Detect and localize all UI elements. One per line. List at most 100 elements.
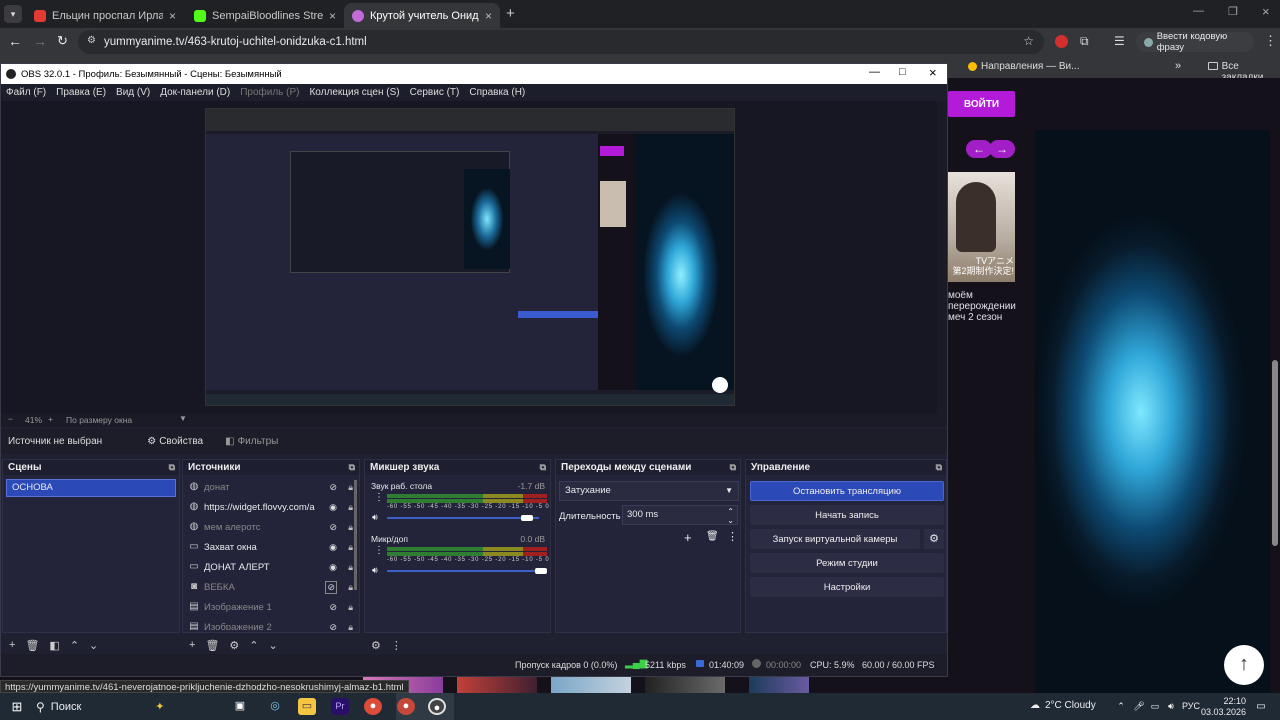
properties-button[interactable]: ⚙ Свойства bbox=[147, 436, 203, 447]
notifications-icon[interactable]: ▭ bbox=[1252, 698, 1270, 715]
source-row[interactable]: ◍ мем алеротс ⊘ 🔒︎ bbox=[183, 517, 359, 537]
tab-search-chevron-icon[interactable]: ▾ bbox=[4, 5, 22, 23]
speaker-icon[interactable]: 🔊︎ bbox=[372, 512, 378, 523]
popout-icon[interactable]: ⧉ bbox=[730, 460, 736, 475]
chevron-down-icon[interactable]: ▼ bbox=[179, 414, 187, 423]
thumbnail[interactable] bbox=[645, 677, 725, 693]
menu-docks[interactable]: Док-панели (D) bbox=[160, 87, 230, 98]
reading-list-icon[interactable]: ☰ bbox=[1114, 34, 1125, 48]
lock-icon[interactable]: 🔒︎ bbox=[348, 542, 353, 553]
menu-scene-collection[interactable]: Коллекция сцен (S) bbox=[309, 87, 399, 98]
clock-date[interactable]: 03.03.2026 bbox=[1200, 707, 1246, 717]
extension-icon[interactable] bbox=[1055, 35, 1068, 48]
menu-edit[interactable]: Правка (E) bbox=[56, 87, 106, 98]
kebab-icon[interactable]: ⋮ bbox=[727, 530, 738, 543]
close-icon[interactable]: × bbox=[329, 9, 336, 23]
start-recording-button[interactable]: Начать запись bbox=[750, 505, 944, 525]
menu-tools[interactable]: Сервис (T) bbox=[410, 87, 460, 98]
volume-icon[interactable]: 🔊︎ bbox=[1162, 698, 1180, 715]
task-view-icon[interactable]: ▣ bbox=[231, 698, 249, 715]
gear-icon[interactable]: ⚙ bbox=[229, 639, 239, 652]
anime-poster[interactable]: TVアニメ 第2期制作決定! bbox=[948, 172, 1015, 282]
trash-icon[interactable]: 🗑 bbox=[205, 639, 219, 652]
address-bar[interactable]: ⚙ yummyanime.tv/463-krutoj-uchitel-onidz… bbox=[78, 30, 1044, 54]
forward-icon[interactable]: → bbox=[33, 33, 47, 49]
source-row[interactable]: ▭ Захват окна ◉ 🔒︎ bbox=[183, 537, 359, 557]
maximize-icon[interactable]: ❐ bbox=[1228, 5, 1238, 18]
close-icon[interactable]: × bbox=[169, 9, 176, 23]
transition-select[interactable]: Затухание ▼ bbox=[559, 481, 739, 501]
trash-icon[interactable]: 🗑 bbox=[706, 531, 719, 542]
arrow-up-icon[interactable]: ⌃ bbox=[249, 639, 258, 652]
add-icon[interactable]: + bbox=[189, 639, 195, 651]
add-icon[interactable]: + bbox=[684, 530, 692, 545]
volume-slider-knob[interactable] bbox=[521, 515, 533, 521]
add-icon[interactable]: + bbox=[9, 639, 15, 651]
taskbar-search[interactable]: ⚲ Поиск ✦ bbox=[36, 696, 216, 717]
source-row[interactable]: ▤ Изображение 1 ⊘ 🔒︎ bbox=[183, 597, 359, 617]
premiere-icon[interactable]: Pr bbox=[331, 698, 349, 715]
kebab-icon[interactable]: ⋮ bbox=[374, 492, 384, 503]
volume-slider[interactable] bbox=[387, 570, 547, 572]
tray-overflow-icon[interactable]: ⌃ bbox=[1112, 698, 1130, 715]
source-row[interactable]: ◍ https://widget.flovvy.com/a ◉ 🔒︎ bbox=[183, 497, 359, 517]
page-scrollbar[interactable] bbox=[1272, 360, 1278, 546]
eye-hidden-icon[interactable]: ⊘ bbox=[329, 522, 337, 533]
sources-scrollbar[interactable] bbox=[354, 480, 357, 590]
weather-widget[interactable]: ☁ 2°C Cloudy bbox=[1030, 700, 1096, 711]
eye-hidden-icon[interactable]: ⊘ bbox=[325, 580, 337, 594]
clock-time[interactable]: 22:10 bbox=[1212, 696, 1246, 706]
eye-hidden-icon[interactable]: ⊘ bbox=[329, 622, 337, 631]
eye-hidden-icon[interactable]: ⊘ bbox=[329, 482, 337, 493]
profile-button[interactable]: Ввести кодовую фразу bbox=[1136, 31, 1254, 53]
volume-slider-knob[interactable] bbox=[535, 568, 547, 574]
close-window-icon[interactable]: × bbox=[1262, 4, 1270, 19]
speaker-icon[interactable]: 🔊︎ bbox=[372, 565, 378, 576]
zoom-out-icon[interactable]: − bbox=[8, 414, 13, 424]
preview-area[interactable] bbox=[1, 101, 947, 413]
lock-icon[interactable]: 🔒︎ bbox=[348, 522, 353, 533]
new-tab-button[interactable]: + bbox=[506, 5, 515, 22]
windows-start-icon[interactable]: ⊞ bbox=[8, 698, 26, 715]
kebab-icon[interactable]: ⋮ bbox=[391, 639, 402, 652]
bookmarks-overflow-icon[interactable]: » bbox=[1175, 60, 1181, 72]
volume-slider[interactable] bbox=[387, 517, 539, 519]
virtual-camera-button[interactable]: Запуск виртуальной камеры bbox=[750, 529, 920, 549]
eye-hidden-icon[interactable]: ⊘ bbox=[329, 602, 337, 613]
eye-icon[interactable]: ◉ bbox=[329, 502, 337, 513]
menu-file[interactable]: Файл (F) bbox=[6, 87, 46, 98]
thumbnail[interactable] bbox=[457, 677, 537, 693]
thumbnail[interactable] bbox=[551, 677, 631, 693]
lock-icon[interactable]: 🔒︎ bbox=[348, 502, 353, 513]
browser-tab[interactable]: Ельцин проспал Ирландию (Т × bbox=[26, 3, 184, 28]
menu-profile[interactable]: Профиль (P) bbox=[240, 87, 299, 98]
popout-icon[interactable]: ⧉ bbox=[169, 460, 175, 475]
anime-caption[interactable]: моём перерождении меч 2 сезон bbox=[948, 290, 1018, 323]
close-icon[interactable]: × bbox=[485, 9, 492, 23]
duration-spinbox[interactable]: 300 ms ⌃ ⌄ bbox=[622, 505, 738, 525]
lock-icon[interactable]: 🔒︎ bbox=[348, 602, 353, 613]
lock-icon[interactable]: 🔒︎ bbox=[348, 562, 353, 573]
arrow-up-icon[interactable]: ⌃ bbox=[70, 639, 79, 652]
close-icon[interactable]: × bbox=[929, 65, 937, 80]
lock-icon[interactable]: 🔒︎ bbox=[348, 482, 353, 493]
browser-tab[interactable]: SempaiBloodlines Stream - Wat × bbox=[186, 3, 344, 28]
studio-mode-button[interactable]: Режим студии bbox=[750, 553, 944, 573]
trash-icon[interactable]: 🗑 bbox=[25, 639, 39, 652]
source-row[interactable]: ▭ ДОНАТ АЛЕРТ ◉ 🔒︎ bbox=[183, 557, 359, 577]
file-explorer-icon[interactable]: ▭ bbox=[298, 698, 316, 715]
lock-icon[interactable]: 🔒︎ bbox=[348, 582, 353, 593]
browser-tab-active[interactable]: Крутой учитель Онидзука смо × bbox=[344, 3, 500, 28]
login-button[interactable]: ВОЙТИ bbox=[948, 91, 1015, 117]
zoom-mode[interactable]: По размеру окна bbox=[66, 415, 132, 425]
popout-icon[interactable]: ⧉ bbox=[936, 460, 942, 475]
chrome-icon[interactable]: ● bbox=[364, 698, 382, 715]
stop-stream-button[interactable]: Остановить трансляцию bbox=[750, 481, 944, 501]
language-indicator[interactable]: РУС bbox=[1182, 701, 1200, 711]
arrow-down-icon[interactable]: ⌄ bbox=[89, 639, 98, 652]
next-arrow-button[interactable]: → bbox=[989, 140, 1015, 158]
source-row[interactable]: ▤ Изображение 2 ⊘ 🔒︎ bbox=[183, 617, 359, 630]
gear-icon[interactable]: ⚙ bbox=[371, 639, 381, 652]
copilot-icon[interactable]: ◎ bbox=[266, 698, 284, 715]
thumbnail-strip[interactable] bbox=[360, 677, 830, 693]
